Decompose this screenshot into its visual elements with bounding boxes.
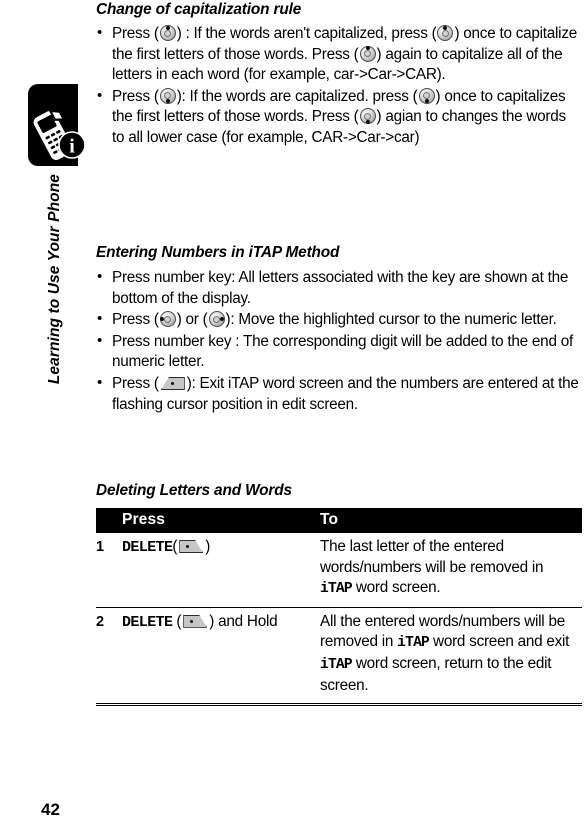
- itap-label: iTAP: [397, 635, 430, 652]
- capitalization-bullet-list: Press () : If the words aren't capitaliz…: [96, 23, 582, 150]
- nav-key-up-icon: [437, 25, 454, 41]
- nav-key-left-icon: [159, 311, 176, 328]
- table-header: Press To: [96, 508, 582, 533]
- deleting-steps-table: Press To 1 DELETE() The last letter of the…: [96, 508, 582, 707]
- step-to-cell: All the entered words/numbers will be re…: [320, 607, 582, 707]
- list-item: Press number key : The corresponding dig…: [96, 331, 582, 373]
- heading-entering-numbers-in-itap-method: Entering Numbers in iTAP Method: [96, 244, 340, 261]
- delete-key-label: DELETE: [122, 539, 173, 556]
- nav-key-down-icon: [418, 87, 435, 104]
- page-number: 42: [41, 800, 60, 819]
- left-soft-key-icon: [179, 540, 204, 553]
- entering-numbers-bullet-list: Press number key: All letters associated…: [96, 267, 582, 416]
- heading-deleting-letters-and-words: Deleting Letters and Words: [96, 482, 292, 499]
- list-item: Press () : If the words aren't capitaliz…: [96, 23, 582, 86]
- table-row: 1 DELETE() The last letter of the entered …: [96, 533, 582, 608]
- list-item: Press (): Exit iTAP word screen and the …: [96, 373, 582, 415]
- svg-text:i: i: [69, 136, 75, 158]
- chapter-title: Learning to Use Your Phone: [46, 174, 63, 385]
- delete-key-label: DELETE: [122, 613, 173, 631]
- nav-key-up-icon: [359, 45, 376, 62]
- table-body: 1 DELETE() The last letter of the entered …: [96, 533, 582, 707]
- left-soft-key-icon: [183, 614, 208, 628]
- table-header-row: Press To: [96, 508, 582, 533]
- column-header-number: [96, 508, 122, 533]
- column-header-press: Press: [122, 508, 320, 533]
- step-press-cell: DELETE () and Hold: [122, 607, 320, 707]
- heading-change-of-capitalization-rule: Change of capitalization rule: [96, 1, 302, 18]
- right-soft-key-icon: [160, 376, 185, 390]
- chapter-sidebar: i Learning to Use Your Phone 42: [0, 0, 96, 838]
- itap-label: iTAP: [320, 656, 353, 673]
- step-number: 2: [96, 607, 122, 707]
- nav-key-right-icon: [208, 311, 225, 328]
- list-item: Press () or (): Move the highlighted cur…: [96, 309, 582, 331]
- step-press-cell: DELETE(): [122, 533, 320, 608]
- list-item: Press number key: All letters associated…: [96, 267, 582, 309]
- itap-label: iTAP: [320, 581, 353, 598]
- table-row: 2 DELETE () and Hold All the entered words…: [96, 607, 582, 707]
- nav-key-down-icon: [359, 108, 376, 125]
- nav-key-up-icon: [159, 25, 176, 41]
- column-header-to: To: [320, 508, 582, 533]
- nav-key-down-icon: [159, 87, 176, 104]
- list-item: Press (): If the words are capitalized. …: [96, 86, 582, 149]
- step-to-cell: The last letter of the entered words/num…: [320, 533, 582, 608]
- page-content: Change of capitalization rule Press () :…: [96, 0, 586, 838]
- step-number: 1: [96, 533, 122, 608]
- phone-info-icon: i: [26, 104, 90, 166]
